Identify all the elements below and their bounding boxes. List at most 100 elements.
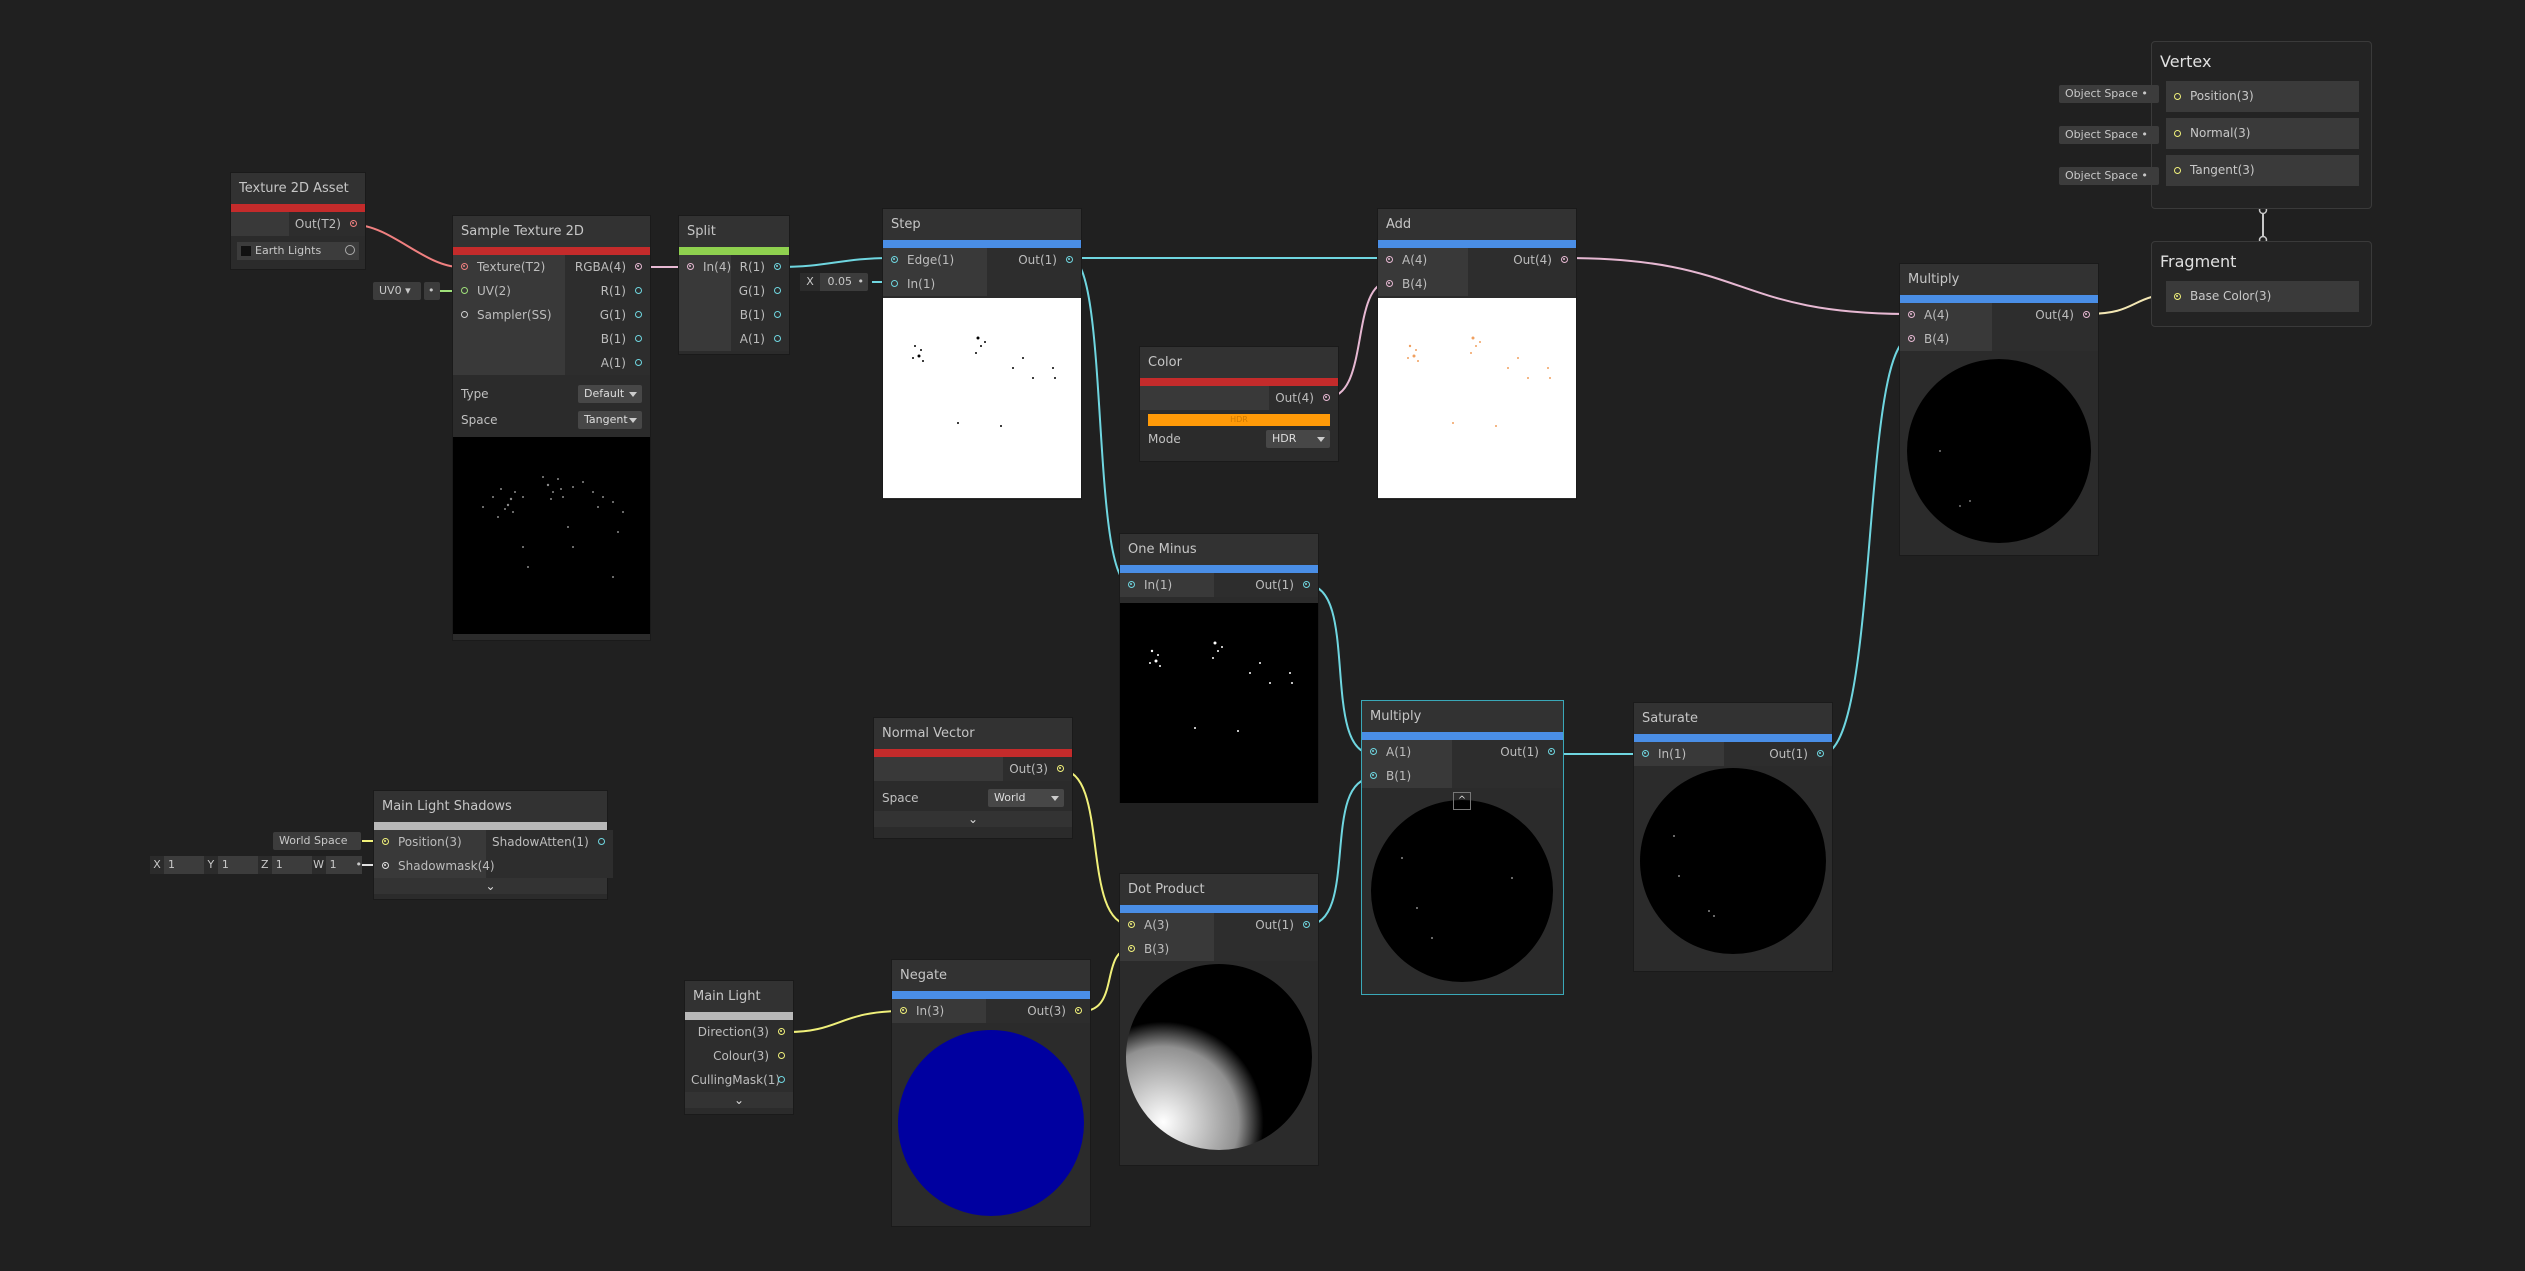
output-port-r[interactable]: R(1) [565,279,650,303]
multiply-node-right[interactable]: Multiply A(4) B(4) Out(4) [1899,263,2099,556]
port-dot-icon[interactable] [635,287,642,294]
port-dot-icon[interactable] [461,263,468,270]
input-port-b[interactable]: B(4) [1378,272,1468,296]
shadowmask-vector-field[interactable]: X1 Y1 Z1 W1 • [150,856,362,874]
port-dot-icon[interactable] [1323,394,1330,401]
port-dot-icon[interactable] [635,311,642,318]
split-node[interactable]: Split In(4) R(1) G(1) B(1) A(1) [678,215,790,355]
output-port-out[interactable]: Out(1) [1214,913,1318,937]
wire-add-multiply[interactable] [1564,257,1912,315]
collapse-preview-icon[interactable]: ^ [1453,792,1471,810]
fragment-block-base-color[interactable]: Base Color(3) [2166,281,2359,312]
main-light-node[interactable]: Main Light Direction(3) Colour(3) Cullin… [684,980,794,1115]
output-port-rgba[interactable]: RGBA(4) [565,255,650,279]
wire-saturate-multiply[interactable] [1821,337,1912,755]
input-port-in[interactable]: In(1) [1120,573,1214,597]
output-port-out[interactable]: Out(1) [1452,740,1563,764]
position-space-field[interactable]: Object Space • [2059,85,2159,103]
port-dot-icon[interactable] [1057,765,1064,772]
port-dot-icon[interactable] [1386,280,1393,287]
port-dot-icon[interactable] [1128,581,1135,588]
input-port-a[interactable]: A(4) [1378,248,1468,272]
port-dot-icon[interactable] [687,263,694,270]
port-dot-icon[interactable] [350,220,357,227]
input-port-in[interactable]: In(3) [892,999,986,1023]
expand-chevron-icon[interactable]: ⌄ [685,1092,793,1108]
port-dot-icon[interactable] [1908,335,1915,342]
negate-node[interactable]: Negate In(3) Out(3) [891,959,1091,1227]
port-dot-icon[interactable] [461,287,468,294]
input-port-uv[interactable]: UV(2) [453,279,565,303]
output-port-colour[interactable]: Colour(3) [685,1044,793,1068]
wire-texture[interactable] [354,224,461,268]
port-dot-icon[interactable] [774,263,781,270]
input-port-b[interactable]: B(1) [1362,764,1452,788]
port-dot-icon[interactable] [900,1007,907,1014]
object-picker-icon[interactable] [345,245,355,255]
port-dot-icon[interactable] [2083,311,2090,318]
port-dot-icon[interactable] [1066,256,1073,263]
output-port-r[interactable]: R(1) [731,255,789,279]
output-port-b[interactable]: B(1) [731,303,789,327]
normal-vector-node[interactable]: Normal Vector Out(3) Space World ⌄ [873,717,1073,839]
port-dot-icon[interactable] [1908,311,1915,318]
input-port-a[interactable]: A(3) [1120,913,1214,937]
output-port-out[interactable]: Out(4) [1992,303,2098,327]
tangent-space-field[interactable]: Object Space • [2059,167,2159,185]
input-port-b[interactable]: B(4) [1900,327,1992,351]
step-in-value-field[interactable]: X 0.05 • [800,273,868,291]
port-dot-icon[interactable] [1370,772,1377,779]
multiply-node-mid[interactable]: Multiply A(1) B(1) Out(1) ^ [1361,700,1564,995]
input-port-edge[interactable]: Edge(1) [883,248,987,272]
port-dot-icon[interactable] [2174,293,2181,300]
space-dropdown[interactable]: World [988,789,1064,807]
vertex-context[interactable]: Vertex Position(3) Normal(3) Tangent(3) [2151,41,2372,209]
port-dot-icon[interactable] [1128,945,1135,952]
input-port-in[interactable]: In(4) [679,255,731,279]
input-port-position[interactable]: Position(3) [374,830,486,854]
vertex-block-tangent[interactable]: Tangent(3) [2166,155,2359,186]
space-dropdown[interactable]: Tangent [578,411,642,429]
output-port-g[interactable]: G(1) [731,279,789,303]
port-dot-icon[interactable] [1075,1007,1082,1014]
output-port-out[interactable]: Out(3) [986,999,1090,1023]
type-dropdown[interactable]: Default [578,385,642,403]
uv-connector-handle[interactable]: • [424,282,440,300]
port-dot-icon[interactable] [635,335,642,342]
output-port-out[interactable]: Out(1) [1214,573,1318,597]
input-port-texture[interactable]: Texture(T2) [453,255,565,279]
port-dot-icon[interactable] [382,862,389,869]
input-port-b[interactable]: B(3) [1120,937,1214,961]
port-dot-icon[interactable] [382,838,389,845]
add-node[interactable]: Add A(4) B(4) Out(4) [1377,208,1577,500]
port-dot-icon[interactable] [1642,750,1649,757]
output-port-out[interactable]: Out(4) [1468,248,1576,272]
color-swatch[interactable]: HDR [1148,414,1330,426]
port-dot-icon[interactable] [774,287,781,294]
port-dot-icon[interactable] [2174,130,2181,137]
texture-2d-asset-node[interactable]: Texture 2D Asset Out(T2) Earth Lights [230,172,366,270]
port-dot-icon[interactable] [2174,167,2181,174]
output-port-out[interactable]: Out(1) [1724,742,1832,766]
port-dot-icon[interactable] [891,256,898,263]
saturate-node[interactable]: Saturate In(1) Out(1) [1633,702,1833,972]
one-minus-node[interactable]: One Minus In(1) Out(1) [1119,533,1319,803]
input-port-a[interactable]: A(4) [1900,303,1992,327]
input-port-in[interactable]: In(1) [1634,742,1724,766]
wire-light-negate[interactable] [787,1010,904,1033]
port-dot-icon[interactable] [1548,748,1555,755]
texture-object-field[interactable]: Earth Lights [237,242,359,260]
step-node[interactable]: Step Edge(1) In(1) Out(1) [882,208,1082,500]
expand-chevron-icon[interactable]: ⌄ [374,878,607,894]
output-port-out[interactable]: Out(1) [987,248,1081,272]
port-dot-icon[interactable] [1370,748,1377,755]
port-dot-icon[interactable] [635,263,642,270]
uv-channel-dropdown[interactable]: UV0 ▾ [373,282,421,300]
input-port-in[interactable]: In(1) [883,272,987,296]
wire-r-step-edge[interactable] [777,257,894,268]
output-port-out[interactable]: Out(3) [1003,757,1072,781]
input-port-sampler[interactable]: Sampler(SS) [453,303,565,327]
mode-dropdown[interactable]: HDR [1266,430,1330,448]
color-node[interactable]: Color Out(4) HDR Mode HDR [1139,346,1339,462]
vertex-block-normal[interactable]: Normal(3) [2166,118,2359,149]
